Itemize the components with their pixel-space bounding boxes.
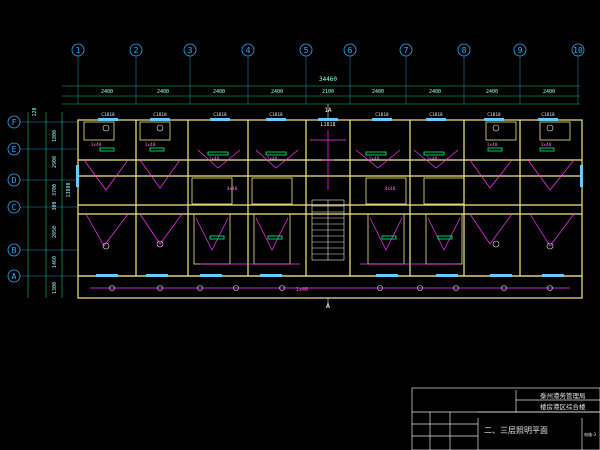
top-dim-label: 2400 [372, 89, 384, 95]
axis-bubble-9: 9 [513, 43, 527, 104]
top-dim-label: 2400 [429, 89, 441, 95]
svg-text:A: A [12, 272, 17, 281]
lamp-label: 4x40 [385, 186, 396, 192]
axis-bubble-E: E [7, 142, 78, 156]
left-dim-label: 1800 [52, 130, 58, 142]
window-label: C1818 [269, 112, 283, 118]
axis-bubble-B: B [7, 243, 78, 257]
svg-text:5: 5 [304, 46, 309, 55]
svg-text:9: 9 [518, 46, 523, 55]
top-dimension-labels: 2400 2400 2400 2400 2100 2400 2400 2400 2400 [101, 89, 555, 95]
svg-text:3: 3 [188, 46, 193, 55]
svg-text:8: 8 [462, 46, 467, 55]
svg-text:B: B [12, 246, 17, 255]
top-dim-label: 2400 [213, 89, 225, 95]
lamp-label: 1x40 [209, 156, 220, 162]
left-dim-label: 300 [52, 201, 58, 210]
axis-bubble-1: 1 [71, 43, 85, 104]
axis-bubble-2: 2 [129, 43, 143, 104]
axis-bubble-C: C [7, 200, 78, 214]
svg-text:C: C [12, 203, 17, 212]
axis-bubble-4: 4 [241, 43, 255, 104]
lamp-label: 1x40 [145, 142, 156, 148]
svg-text:1: 1 [76, 46, 81, 55]
lighting-wiring [83, 130, 575, 289]
lamp-labels: 1x40 1x40 1x40 1x40 4x40 4x40 1x40 1x40 1x40 1x40 [91, 142, 552, 192]
lamp-label: 1x40 [369, 156, 380, 162]
left-vertical-label: 13880 [66, 182, 72, 197]
top-dim-label: 2100 [322, 89, 334, 95]
svg-text:D: D [12, 176, 17, 185]
svg-text:1A: 1A [324, 107, 332, 114]
corridor-lamp-label: 1x40 [296, 287, 308, 293]
left-dim-label: 1300 [52, 282, 58, 294]
axis-bubble-3: 3 [183, 43, 197, 104]
axis-bubbles-left: F E D C B A [7, 115, 78, 283]
axis-bubble-F: F [7, 115, 78, 129]
svg-text:A: A [326, 302, 331, 310]
lamp-label: 1x40 [541, 142, 552, 148]
lamp-label: 1x40 [487, 142, 498, 148]
drawing-title: 二、三层照明平面 [484, 426, 548, 435]
left-dim-label: 3700 [52, 184, 58, 196]
overall-dimension: 34460 [319, 76, 337, 83]
lamp-label: 1x40 [267, 156, 278, 162]
axis-bubble-A: A [7, 269, 78, 283]
svg-text:6: 6 [348, 46, 353, 55]
left-dim-label: 2050 [52, 226, 58, 238]
left-dim-label: 2900 [52, 156, 58, 168]
fluorescent-lamps [99, 147, 555, 240]
lamp-label: 1x40 [91, 142, 102, 148]
svg-text:10: 10 [573, 46, 583, 55]
window-label: C1818 [541, 112, 555, 118]
top-dim-label: 2400 [486, 89, 498, 95]
stair-window-label: L1818 [320, 122, 335, 128]
axis-bubble-10: 10 [571, 43, 585, 104]
top-dim-label: 2400 [101, 89, 113, 95]
left-small-label: 120 [32, 107, 38, 116]
svg-text:E: E [12, 145, 17, 154]
left-dimension-labels: 1800 2900 3700 300 2050 1460 1300 [52, 130, 58, 294]
lighting-floor-plan: 1 2 3 4 5 6 7 8 9 10 FEDCBA 34460 2400 2400 2400 240… [7, 43, 600, 450]
section-mark-top: 1A [324, 104, 332, 118]
section-mark-bottom: A [326, 298, 331, 310]
svg-text:4: 4 [246, 46, 251, 55]
axis-bubble-5: 5 [299, 43, 313, 104]
axis-bubble-7: 7 [399, 43, 413, 104]
windows [76, 118, 583, 277]
top-dim-label: 2400 [271, 89, 283, 95]
svg-text:2: 2 [134, 46, 139, 55]
top-dim-label: 2400 [157, 89, 169, 95]
stair [311, 199, 345, 261]
window-label: C1818 [213, 112, 227, 118]
svg-text:F: F [12, 118, 17, 127]
left-dim-label: 1460 [52, 256, 58, 268]
sheet-number: 电施-3 [584, 431, 596, 437]
window-label: C1818 [101, 112, 115, 118]
lamp-label: 1x40 [427, 156, 438, 162]
axis-bubbles-top: 1 2 3 4 5 6 7 8 9 10 [71, 43, 585, 104]
window-label: C1818 [153, 112, 167, 118]
window-label: C1818 [487, 112, 501, 118]
window-label: C1818 [429, 112, 443, 118]
lamp-label: 4x40 [227, 186, 238, 192]
axis-bubble-6: 6 [343, 43, 357, 104]
axis-bubble-8: 8 [457, 43, 471, 104]
svg-text:7: 7 [404, 46, 409, 55]
project-name-line1: 泰州港务管理局 [540, 391, 586, 400]
project-name-line2: 楼房港区综合楼 [540, 402, 586, 411]
window-label: C1818 [375, 112, 389, 118]
top-dim-label: 2400 [543, 89, 555, 95]
